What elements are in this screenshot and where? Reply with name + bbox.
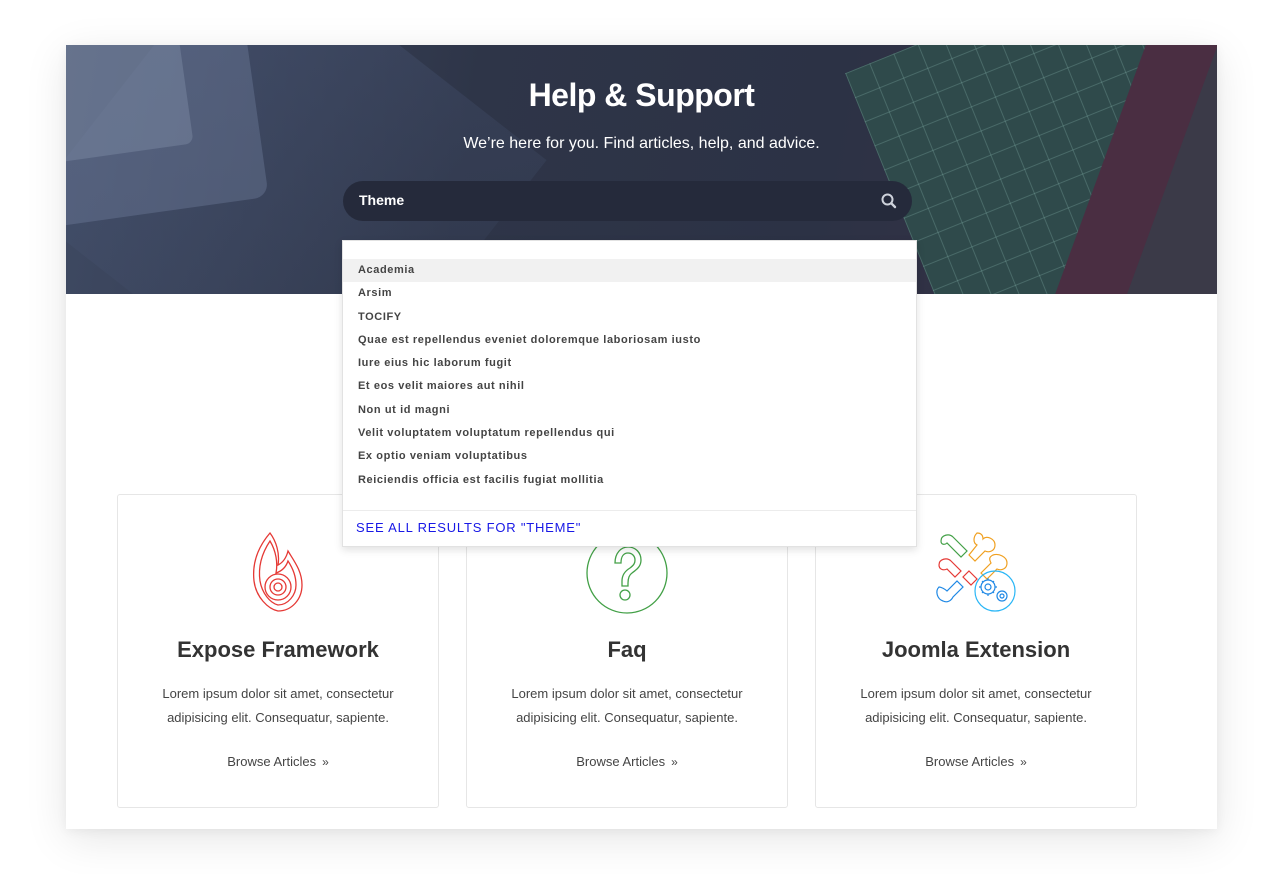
browse-articles-label[interactable]: Browse Articles [227,754,316,769]
search-input-value[interactable]: Theme [359,192,404,208]
card-description-line: Lorem ipsum dolor sit amet, consectetur [162,686,394,701]
browse-articles-link[interactable]: Browse Articles » [118,754,438,769]
double-chevron-right-icon: » [322,755,329,769]
see-all-results-link[interactable]: SEE ALL RESULTS FOR "THEME" [356,520,581,535]
card-description-line: adipisicing elit. Consequatur, sapiente. [167,710,389,725]
page-title: Help & Support [528,77,755,113]
card-title: Joomla Extension [881,637,1071,662]
double-chevron-right-icon: » [1020,755,1027,769]
card-description: Lorem ipsum dolor sit amet, consectetur … [497,682,757,730]
suggestion-item[interactable]: TOCIFY [343,306,916,329]
double-chevron-right-icon: » [671,755,678,769]
card-title: Expose Framework [177,637,379,662]
suggestion-item[interactable]: Arsim [343,282,916,305]
suggestion-item[interactable]: Quae est repellendus eveniet doloremque … [343,329,916,352]
browse-articles-label[interactable]: Browse Articles [925,754,1014,769]
browse-articles-label[interactable]: Browse Articles [576,754,665,769]
suggestion-item[interactable]: Velit voluptatem voluptatum repellendus … [343,422,916,445]
suggestion-item[interactable]: Academia [343,259,916,283]
dropdown-divider [343,510,916,511]
page-frame: Help & Support We’re here for you. Find … [66,45,1217,829]
card-description-line: Lorem ipsum dolor sit amet, consectetur [511,686,743,701]
card-description-line: adipisicing elit. Consequatur, sapiente. [865,710,1087,725]
suggestion-item[interactable]: Reiciendis officia est facilis fugiat mo… [343,469,916,492]
suggestion-item[interactable]: Iure eius hic laborum fugit [343,352,916,375]
card-description: Lorem ipsum dolor sit amet, consectetur … [148,682,408,730]
search-input[interactable]: Theme [343,181,912,221]
card-title: Faq [607,637,647,662]
browse-articles-link[interactable]: Browse Articles » [816,754,1136,769]
page-subtitle: We’re here for you. Find articles, help,… [463,135,820,152]
card-description: Lorem ipsum dolor sit amet, consectetur … [846,682,1106,730]
browse-articles-link[interactable]: Browse Articles » [467,754,787,769]
suggestion-item[interactable]: Et eos velit maiores aut nihil [343,375,916,398]
suggestion-item[interactable]: Non ut id magni [343,399,916,422]
card-description-line: Lorem ipsum dolor sit amet, consectetur [860,686,1092,701]
suggestion-item[interactable]: Ex optio veniam voluptatibus [343,445,916,468]
search-icon[interactable] [880,192,898,210]
card-description-line: adipisicing elit. Consequatur, sapiente. [516,710,738,725]
search-suggestions-dropdown: Academia Arsim TOCIFY Quae est repellend… [342,240,917,547]
